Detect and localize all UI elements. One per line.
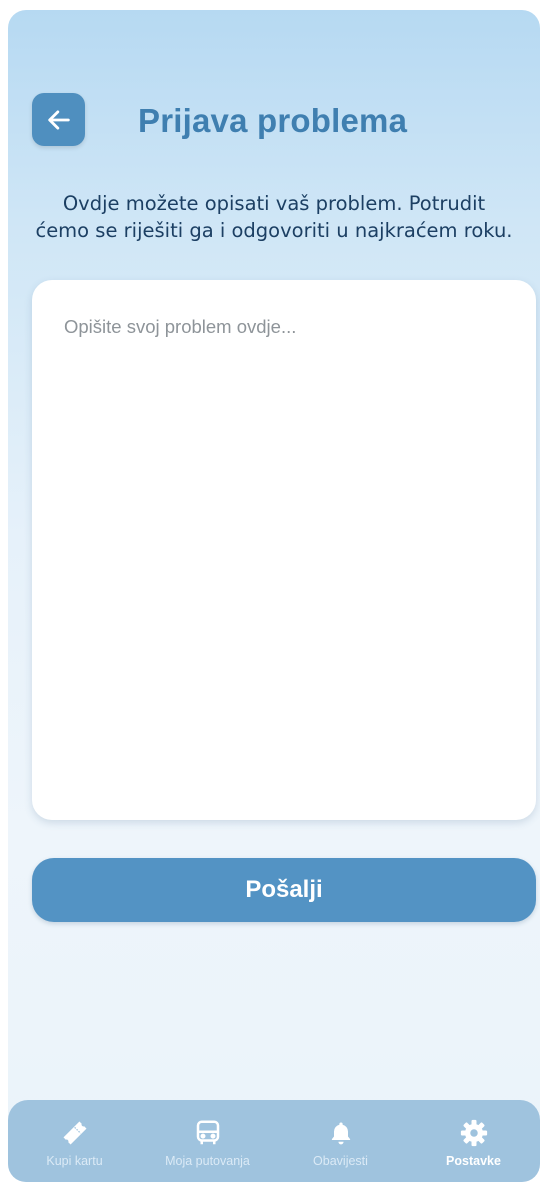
tab-label: Moja putovanja <box>165 1154 250 1168</box>
tab-label: Postavke <box>446 1154 501 1168</box>
bottom-tab-bar: Kupi kartu Moja putovanja Obavijesti Pos… <box>8 1100 540 1182</box>
ticket-icon <box>60 1118 90 1148</box>
tab-label: Obavijesti <box>313 1154 368 1168</box>
send-button[interactable]: Pošalji <box>32 858 536 922</box>
intro-line-2: ćemo se riješiti ga i odgovoriti u najkr… <box>35 219 513 242</box>
tab-obavijesti[interactable]: Obavijesti <box>274 1100 407 1182</box>
tab-postavke[interactable]: Postavke <box>407 1100 540 1182</box>
page-title: Prijava problema <box>138 102 408 139</box>
arrow-left-icon <box>47 109 70 130</box>
tab-kupi-kartu[interactable]: Kupi kartu <box>8 1100 141 1182</box>
bell-icon <box>326 1118 356 1148</box>
intro-line-1: Ovdje možete opisati vaš problem. Potrud… <box>62 192 486 215</box>
bus-icon <box>193 1118 223 1148</box>
gear-icon <box>459 1118 489 1148</box>
intro-text: Ovdje možete opisati vaš problem. Potrud… <box>8 190 540 244</box>
problem-textarea[interactable] <box>32 280 536 820</box>
tab-moja-putovanja[interactable]: Moja putovanja <box>141 1100 274 1182</box>
problem-card <box>32 280 536 820</box>
app-screen: Prijava problema Ovdje možete opisati va… <box>8 10 540 1182</box>
tab-label: Kupi kartu <box>46 1154 103 1168</box>
back-button[interactable] <box>32 93 85 146</box>
send-button-label: Pošalji <box>245 876 323 903</box>
